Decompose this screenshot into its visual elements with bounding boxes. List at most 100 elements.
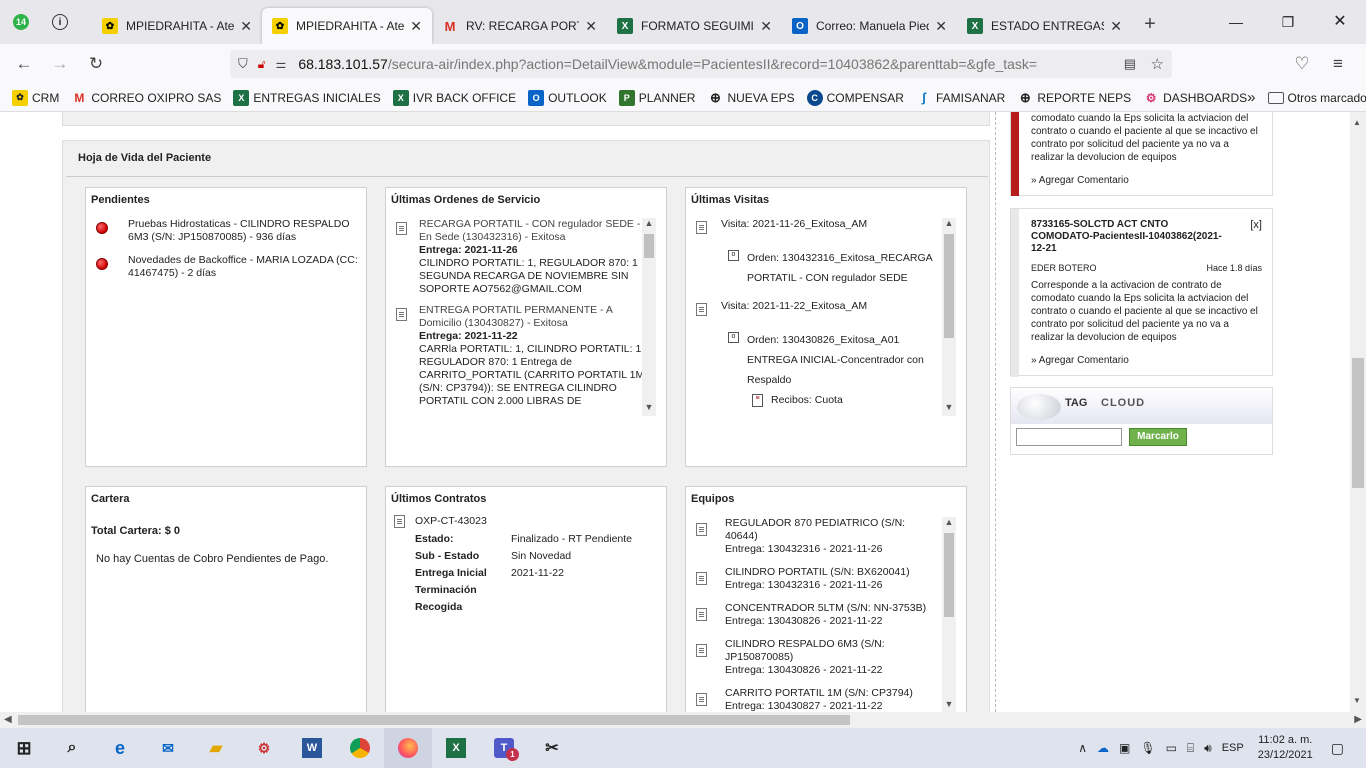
scroll-down-icon[interactable]: ▼ — [942, 699, 956, 712]
add-comment-link[interactable]: » Agregar Comentario — [1031, 355, 1129, 366]
tag-input[interactable] — [1016, 428, 1122, 446]
list-item[interactable]: CILINDRO PORTATIL (S/N: BX620041) Entrega… — [696, 566, 940, 592]
list-item[interactable]: CILINDRO RESPALDO 6M3 (S/N: JP150870085)… — [696, 638, 940, 677]
tab-3[interactable]: M RV: RECARGA PORTATI ✕ — [432, 8, 607, 44]
bookmark-crm[interactable]: ✿ CRM — [12, 89, 59, 106]
mail-icon[interactable]: ✉ — [144, 728, 192, 768]
other-bookmarks[interactable]: Otros marcadores — [1267, 91, 1366, 105]
bookmark-ivr[interactable]: X IVR BACK OFFICE — [392, 89, 516, 106]
chevron-up-icon[interactable]: ∧ — [1078, 741, 1087, 755]
close-tab-icon[interactable]: ✕ — [585, 18, 597, 35]
add-comment-link[interactable]: » Agregar Comentario — [1031, 174, 1272, 187]
visitas-scrollbar[interactable]: ▲ ▼ — [942, 218, 956, 416]
language-indicator[interactable]: ESP — [1222, 742, 1244, 754]
menu-icon[interactable]: ≡ — [1324, 50, 1352, 78]
pending-item[interactable]: Pruebas Hidrostaticas - CILINDRO RESPALD… — [96, 218, 366, 244]
equipos-scrollbar[interactable]: ▲ ▼ — [942, 517, 956, 712]
tab-6[interactable]: X ESTADO ENTREGAS SA ✕ — [957, 8, 1132, 44]
volume-icon[interactable]: 🔊︎ — [1204, 741, 1212, 756]
list-item[interactable]: RECARGA PORTATIL - CON regulador SEDE - … — [396, 218, 646, 296]
list-item[interactable]: REGULADOR 870 PEDIATRICO (S/N: 40644) Ent… — [696, 517, 940, 556]
close-tab-icon[interactable]: ✕ — [1110, 18, 1122, 35]
scroll-down-icon[interactable]: ▼ — [942, 402, 956, 416]
windows-start-icon[interactable]: ⊞ — [0, 728, 48, 768]
workspace-badge[interactable]: 14 — [0, 14, 42, 30]
bookmark-reporte-neps[interactable]: ⊕ REPORTE NEPS — [1017, 90, 1131, 106]
scroll-right-icon[interactable]: ▶ — [1354, 714, 1362, 725]
tab-5[interactable]: O Correo: Manuela Piedr ✕ — [782, 8, 957, 44]
tab-1[interactable]: ✿ MPIEDRAHITA - Atenc ✕ — [92, 8, 262, 44]
bookmark-entregas[interactable]: X ENTREGAS INICIALES — [233, 89, 381, 106]
scroll-thumb[interactable] — [18, 715, 850, 725]
minimize-window-button[interactable]: — — [1210, 0, 1262, 44]
file-explorer-icon[interactable]: ▰ — [192, 728, 240, 768]
close-comment-button[interactable]: [x] — [1250, 219, 1262, 231]
battery-icon[interactable]: ▭ — [1166, 741, 1177, 755]
tab-2-active[interactable]: ✿ MPIEDRAHITA - Atenc ✕ — [262, 8, 432, 44]
notifications-icon[interactable]: ▢ — [1331, 740, 1344, 757]
bookmark-nueva-eps[interactable]: ⊕ NUEVA EPS — [707, 90, 795, 106]
teams-icon[interactable]: T1 — [480, 728, 528, 768]
bookmark-famisanar[interactable]: ʃ FAMISANAR — [916, 90, 1006, 106]
snipping-tool-icon[interactable]: ✂ — [528, 728, 576, 768]
list-item[interactable]: CARRITO PORTATIL 1M (S/N: CP3794) Entrega… — [696, 687, 940, 712]
list-item[interactable]: o Orden: 130430826_Exitosa_A01 ENTREGA I… — [728, 330, 942, 390]
scroll-down-icon[interactable]: ▼ — [642, 402, 656, 416]
close-tab-icon[interactable]: ✕ — [935, 18, 947, 35]
horizontal-scrollbar[interactable]: ◀ ▶ — [0, 712, 1366, 728]
back-button[interactable]: ← — [10, 50, 38, 78]
scroll-down-icon[interactable]: ▼ — [1353, 696, 1361, 705]
scroll-up-icon[interactable]: ▲ — [642, 218, 656, 232]
scroll-up-icon[interactable]: ▲ — [942, 218, 956, 232]
scroll-thumb[interactable] — [944, 234, 954, 338]
microphone-icon[interactable]: 🎙︎ — [1140, 741, 1155, 755]
list-item[interactable]: o Orden: 130432316_Exitosa_RECARGA PORTA… — [728, 248, 942, 288]
forward-button[interactable]: → — [46, 50, 74, 78]
scroll-thumb[interactable] — [644, 234, 654, 258]
pocket-icon[interactable]: ♡ — [1288, 50, 1316, 78]
network-icon[interactable]: ⌸ — [1187, 741, 1194, 756]
bookmark-planner[interactable]: P PLANNER — [618, 89, 695, 106]
reader-view-icon[interactable]: ▤ — [1124, 56, 1136, 72]
close-tab-icon[interactable]: ✕ — [240, 18, 252, 35]
bookmark-star-icon[interactable]: ☆ — [1151, 55, 1164, 73]
onedrive-icon[interactable]: ☁ — [1097, 741, 1109, 755]
chrome-icon[interactable] — [336, 728, 384, 768]
edge-icon[interactable]: e — [96, 728, 144, 768]
bookmark-outlook[interactable]: O OUTLOOK — [528, 89, 607, 106]
contract-item[interactable]: OXP-CT-43023 Estado: Finalizado - RT Pend… — [394, 515, 666, 615]
list-item[interactable]: ENTREGA PORTATIL PERMANENTE - A Domicili… — [396, 304, 646, 408]
more-bookmarks-chevron-icon[interactable]: » — [1247, 89, 1255, 106]
bookmark-correo[interactable]: M CORREO OXIPRO SAS — [71, 90, 221, 106]
search-icon[interactable]: ⌕ — [48, 728, 96, 768]
page-scrollbar[interactable]: ▲ ▼ — [1350, 112, 1366, 712]
bookmark-compensar[interactable]: C COMPENSAR — [806, 89, 904, 106]
info-icon[interactable]: i — [42, 14, 78, 30]
list-item[interactable]: Visita: 2021-11-26_Exitosa_AM — [696, 218, 942, 234]
firefox-icon[interactable] — [384, 728, 432, 768]
ordenes-scrollbar[interactable]: ▲ ▼ — [642, 218, 656, 416]
bookmark-dashboards[interactable]: ⚙ DASHBOARDS — [1143, 90, 1247, 106]
reload-button[interactable]: ↻ — [82, 50, 110, 78]
list-item[interactable]: CONCENTRADOR 5LTM (S/N: NN-3753B) Entrega… — [696, 602, 940, 628]
scroll-thumb[interactable] — [944, 533, 954, 617]
tool-icon[interactable]: ⚙ — [240, 728, 288, 768]
new-tab-button[interactable]: + — [1132, 13, 1168, 36]
marcarlo-button[interactable]: Marcarlo — [1129, 428, 1187, 446]
close-tab-icon[interactable]: ✕ — [410, 18, 422, 35]
close-window-button[interactable]: ✕ — [1314, 0, 1366, 44]
list-item[interactable]: Visita: 2021-11-22_Exitosa_AM — [696, 300, 942, 316]
clock[interactable]: 11:02 a. m. 23/12/2021 — [1258, 733, 1313, 763]
list-item[interactable]: ≡ Recibos: Cuota — [752, 394, 942, 407]
pending-item[interactable]: Novedades de Backoffice - MARIA LOZADA (… — [96, 254, 366, 280]
scroll-up-icon[interactable]: ▲ — [1353, 118, 1361, 127]
close-tab-icon[interactable]: ✕ — [760, 18, 772, 35]
excel-icon[interactable]: X — [432, 728, 480, 768]
scroll-up-icon[interactable]: ▲ — [942, 517, 956, 531]
restore-window-button[interactable]: ❐ — [1262, 0, 1314, 44]
meet-now-icon[interactable]: ▣ — [1119, 741, 1130, 755]
word-icon[interactable]: W — [288, 728, 336, 768]
scroll-left-icon[interactable]: ◀ — [4, 714, 12, 725]
scroll-thumb[interactable] — [1352, 358, 1364, 488]
tab-4[interactable]: X FORMATO SEGUIMIEN ✕ — [607, 8, 782, 44]
